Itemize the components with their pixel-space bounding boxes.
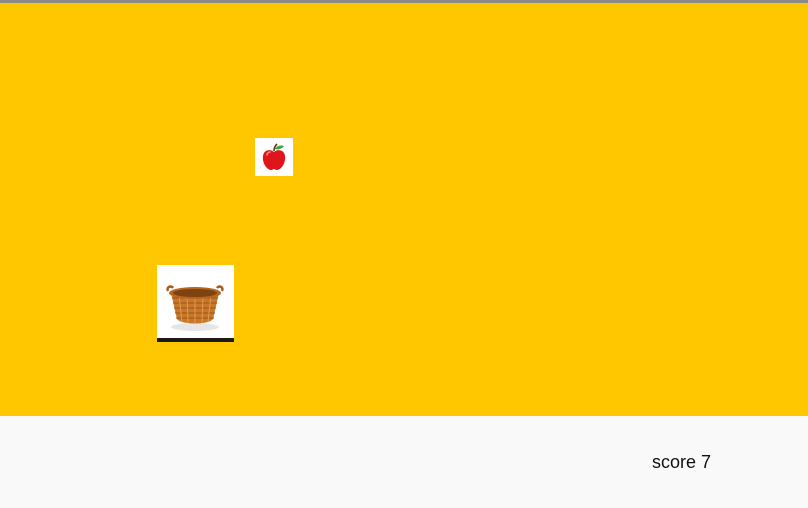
game-area[interactable] — [0, 3, 808, 416]
basket-icon — [166, 285, 224, 331]
catcher-basket[interactable] — [157, 265, 234, 342]
score-label: score 7 — [652, 452, 712, 472]
image-watermark-strip — [157, 338, 234, 342]
falling-apple — [255, 138, 293, 176]
status-bar: score 7 — [0, 416, 808, 508]
apple-icon — [262, 143, 286, 170]
